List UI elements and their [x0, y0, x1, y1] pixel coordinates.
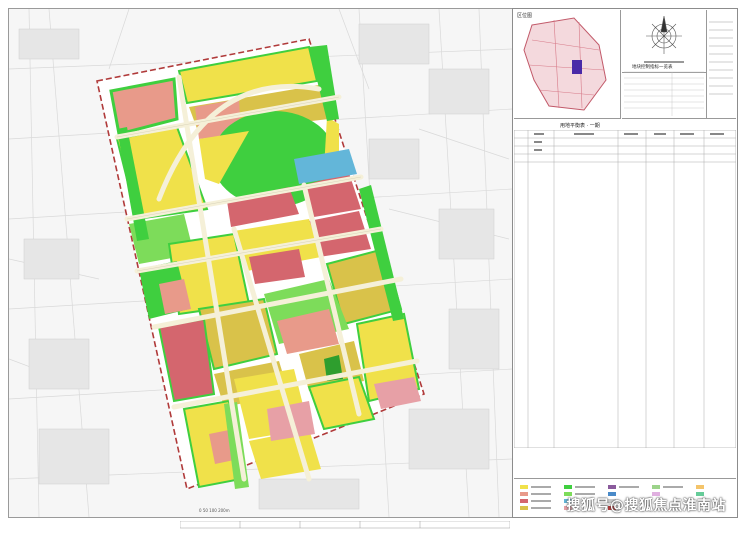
inset-label: 区位图 [517, 13, 533, 19]
location-inset-map[interactable]: 区位图 [514, 10, 621, 119]
notes-column [706, 10, 736, 119]
watermark-text: 搜狐号@搜狐焦点淮南站 [566, 498, 726, 514]
indicator-table: 地块控制指标一览表 [622, 62, 707, 119]
map-canvas: 0 50 100 200m [9, 9, 512, 517]
project-location-marker [572, 60, 582, 74]
land-use-map[interactable]: 0 50 100 200m [8, 8, 513, 518]
land-balance-table[interactable] [513, 129, 737, 449]
balance-table-title: 用地平衡表 · 一期 [560, 123, 600, 129]
title-block [179, 514, 511, 529]
planning-sheet: 0 50 100 200m 区位图 地块控制指标一览表 用地平衡表 · 一期 搜… [0, 0, 740, 529]
inset-canvas [523, 17, 607, 111]
map-scale-note: 0 50 100 200m [199, 508, 230, 513]
